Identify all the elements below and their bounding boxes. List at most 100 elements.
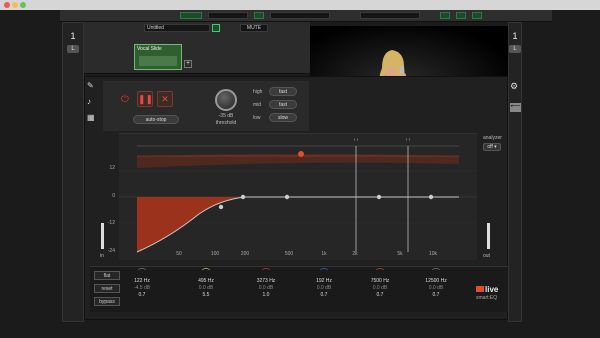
band-gain[interactable]: 0.0 dB (420, 285, 452, 292)
track-name-field[interactable]: Untitled (144, 24, 210, 32)
band-q[interactable]: 5.5 (190, 292, 222, 299)
power-icon[interactable]: ⏻ (121, 94, 129, 105)
brand-logo: live (476, 285, 498, 294)
zoom-window-icon[interactable] (20, 2, 26, 8)
y-tick-label: 12 (109, 165, 115, 171)
track-arm-button[interactable] (212, 24, 220, 32)
band-column: ⌒ 12500 Hz 0.0 dB 0.7 (420, 269, 452, 299)
band-gain[interactable]: 0.0 dB (364, 285, 396, 292)
band-shape-icon[interactable]: ⌒ (364, 269, 396, 278)
x-tick-label: 1k (321, 251, 327, 257)
band-frequency[interactable]: 192 Hz (308, 278, 340, 285)
band-q[interactable]: 0.7 (126, 292, 158, 299)
attack-mid-label: mid (253, 102, 262, 108)
right-io-button[interactable]: L (509, 45, 521, 53)
band-q[interactable]: 0.7 (420, 292, 452, 299)
metronome-button[interactable] (456, 12, 466, 19)
bypass-button[interactable]: bypass (94, 297, 120, 306)
brand-name: live (485, 285, 499, 294)
attack-low-label: low (253, 115, 261, 121)
band-shape-icon[interactable]: ⌒ (190, 269, 222, 278)
clip-name: Vocal Slide (137, 46, 162, 52)
band-q[interactable]: 1.0 (250, 292, 282, 299)
x-tick-label: 500 (284, 251, 294, 257)
band-frequency[interactable]: 122 Hz (126, 278, 158, 285)
band-gain[interactable]: 0.0 dB (308, 285, 340, 292)
band-gain[interactable]: 0.0 dB (190, 285, 222, 292)
band-frequency[interactable]: 12500 Hz (420, 278, 452, 285)
band-node-1[interactable] (218, 204, 224, 210)
grid-icon[interactable]: ▦ (87, 113, 101, 129)
eq-curve-svg: ‹ › ‹ › (119, 137, 477, 253)
band-node-5[interactable] (428, 194, 434, 200)
band-column: ⌒ 122 Hz -4.5 dB 0.7 (126, 269, 158, 299)
clear-button[interactable]: ✕ (157, 91, 173, 107)
tempo-display[interactable] (208, 12, 248, 19)
band-node-4[interactable] (376, 194, 382, 200)
band-q[interactable]: 0.7 (364, 292, 396, 299)
band-shape-icon[interactable]: ⌒ (420, 269, 452, 278)
band-column: ⌒ 192 Hz 0.0 dB 0.7 (308, 269, 340, 299)
loop-button[interactable] (254, 12, 264, 19)
band-q[interactable]: 0.7 (308, 292, 340, 299)
threshold-value: -35 dB (218, 113, 234, 119)
attack-high-label: high (253, 89, 263, 95)
y-tick-label: -24 (107, 247, 115, 254)
overdub-button[interactable] (472, 12, 482, 19)
left-side-panel: 1 L (62, 22, 84, 322)
output-meter (487, 223, 490, 249)
right-side-panel: 1 L ⚙ ⟵ (508, 22, 522, 322)
minimize-window-icon[interactable] (12, 2, 18, 8)
x-tick-label: 5k (397, 251, 403, 257)
control-panel: ⏻ ❚❚ ✕ auto-stop -35 dB threshold high f… (103, 81, 309, 131)
output-label: out (483, 253, 490, 259)
band-node-2[interactable] (240, 194, 246, 200)
attack-mid-select[interactable]: fast (269, 100, 297, 109)
reset-button[interactable]: reset (94, 284, 120, 293)
mute-button[interactable]: MUTE (240, 24, 268, 32)
clip-slot[interactable]: Vocal Slide (134, 44, 182, 70)
band-frequency[interactable]: 3273 Hz (250, 278, 282, 285)
x-tick-label: 200 (240, 251, 250, 257)
attack-high-select[interactable]: fast (269, 87, 297, 96)
clip-waveform (139, 56, 177, 66)
attack-low-select[interactable]: slow (269, 113, 297, 122)
band-gain[interactable]: 0.0 dB (250, 285, 282, 292)
band-controls: flat reset bypass ⌒ 122 Hz -4.5 dB 0.7 ⌒ 495 … (90, 266, 508, 312)
left-io-button[interactable]: L (67, 45, 79, 53)
y-tick-label: 0 (112, 192, 115, 199)
eq-graph[interactable]: ‹ › ‹ › (119, 133, 477, 260)
band-frequency[interactable]: 495 Hz (190, 278, 222, 285)
band-shape-icon[interactable]: ⌒ (250, 269, 282, 278)
band-node-3[interactable] (284, 194, 290, 200)
flat-button[interactable]: flat (94, 271, 120, 280)
close-window-icon[interactable] (4, 2, 10, 8)
x-tick-label: 2k (352, 251, 358, 257)
auto-stop-button[interactable]: auto-stop (133, 115, 179, 124)
y-tick-label: -12 (107, 220, 115, 227)
pause-button[interactable]: ❚❚ (137, 91, 153, 107)
microphone (400, 66, 404, 74)
magic-wand-icon[interactable]: ✎ (87, 81, 101, 97)
band-gain[interactable]: -4.5 dB (126, 285, 158, 292)
back-arrow-icon[interactable]: ⟵ (510, 103, 521, 112)
x-axis-ticks: 50 100 200 500 1k 2k 5k 10k (119, 251, 477, 259)
analyzer-label: analyzer (483, 135, 502, 141)
brand-mark-icon (476, 286, 484, 292)
transport-play-button[interactable] (180, 12, 202, 19)
settings-gear-icon[interactable]: ⚙ (510, 81, 518, 92)
band-shape-icon[interactable]: ⌒ (308, 269, 340, 278)
threshold-knob[interactable] (215, 89, 237, 111)
add-clip-button[interactable]: + (184, 60, 192, 68)
x-tick-label: 10k (428, 251, 438, 257)
guitar-icon[interactable]: ♪ (87, 97, 101, 113)
band-node-high[interactable] (298, 151, 304, 157)
host-toolbar (60, 10, 552, 22)
record-button[interactable] (440, 12, 450, 19)
analyzer-select[interactable]: off ▾ (483, 143, 501, 151)
tool-icon-column: ✎ ♪ ▦ (87, 81, 101, 131)
band-frequency[interactable]: 7500 Hz (364, 278, 396, 285)
left-track-number: 1 (70, 31, 76, 41)
position-display[interactable] (270, 12, 330, 19)
band-shape-icon[interactable]: ⌒ (126, 269, 158, 278)
